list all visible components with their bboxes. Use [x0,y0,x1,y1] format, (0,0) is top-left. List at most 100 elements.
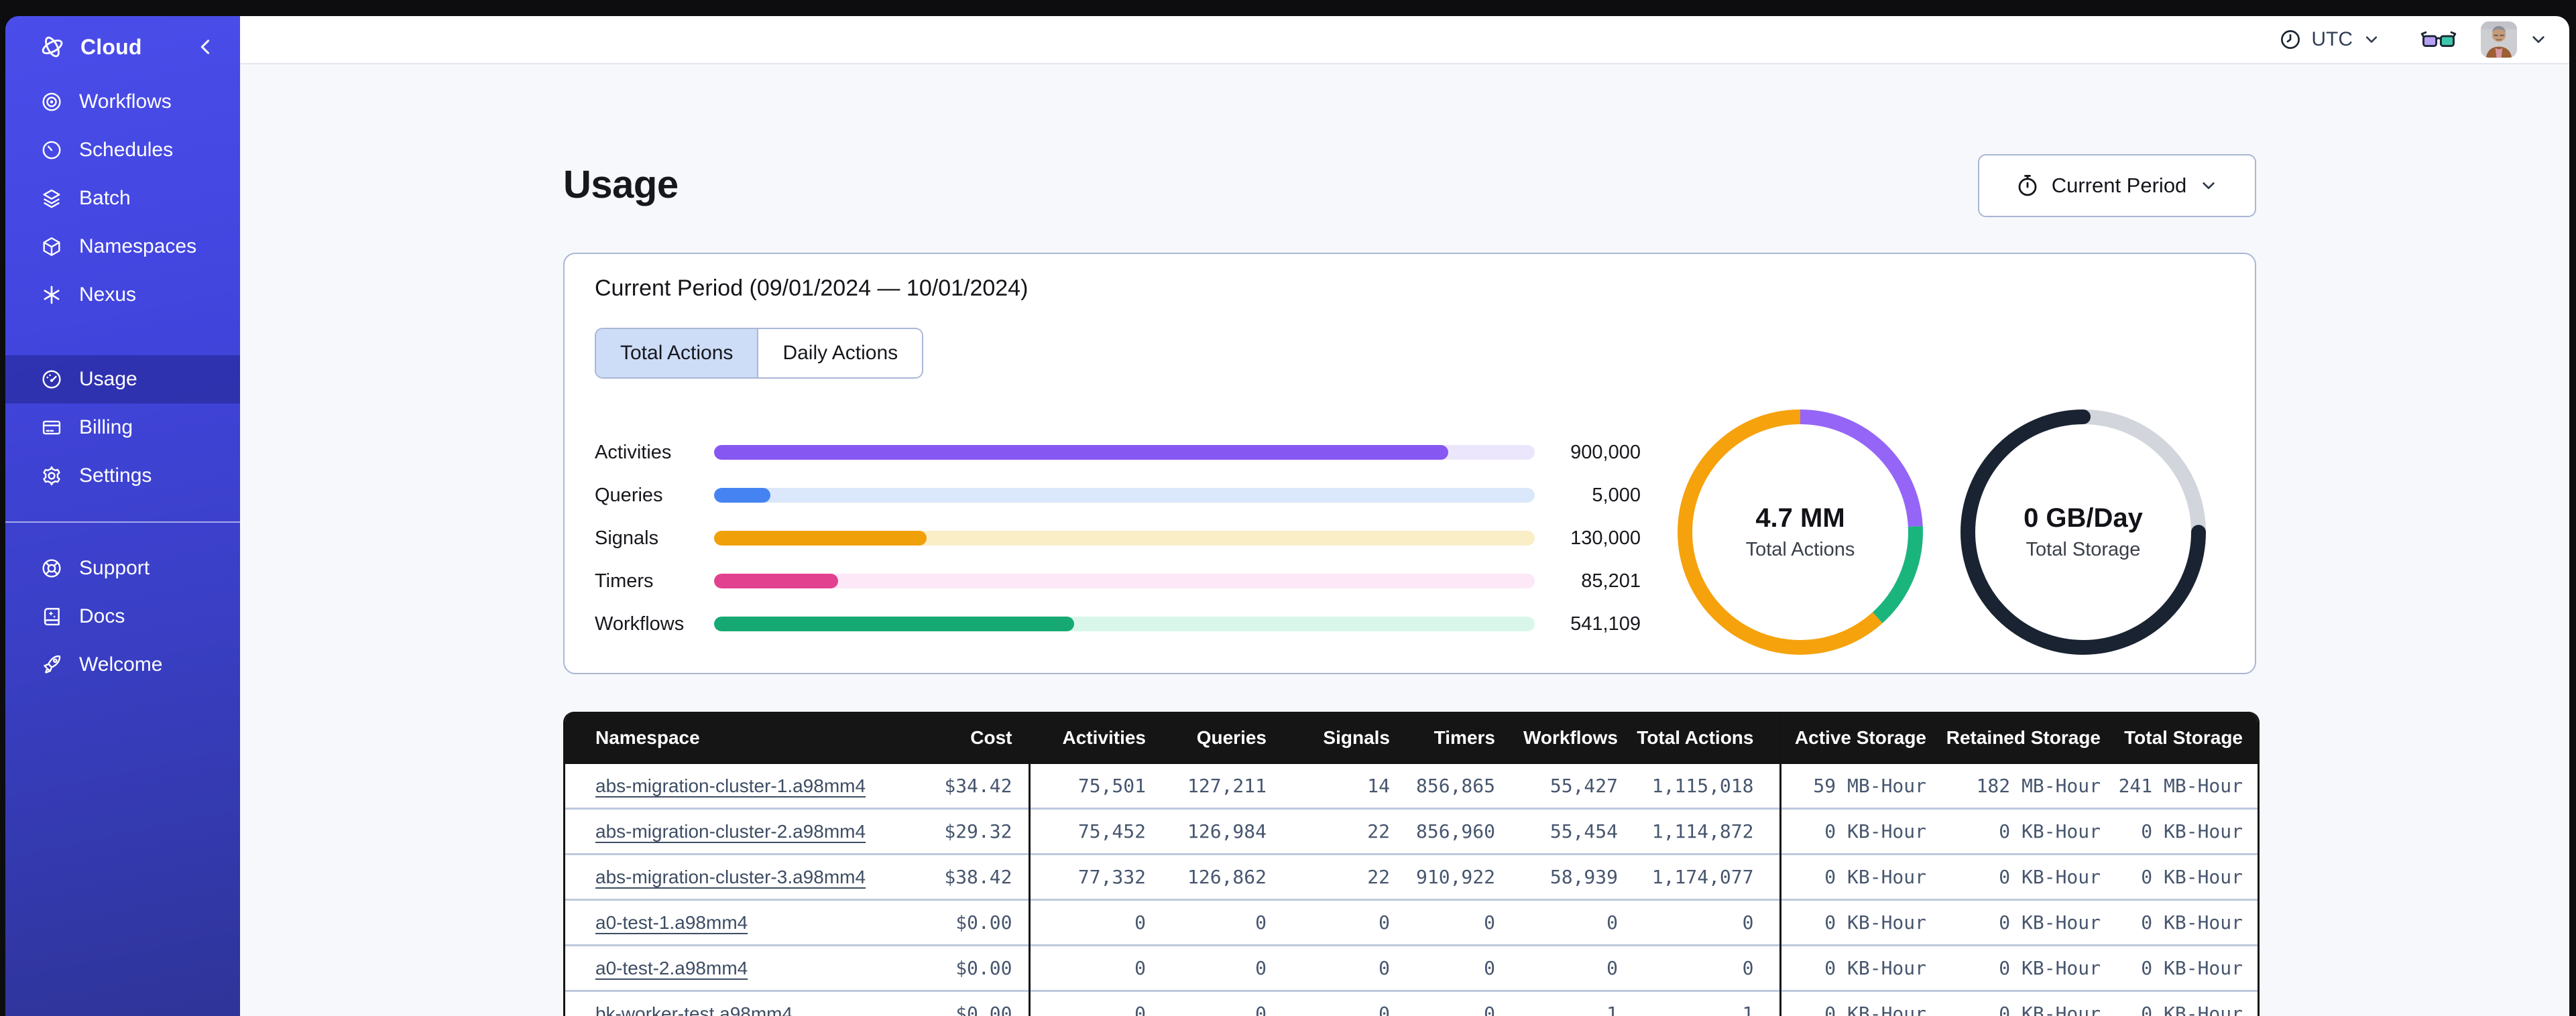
namespace-link[interactable]: abs-migration-cluster-1.a98mm4 [595,775,866,796]
sidebar-item-nexus[interactable]: Nexus [5,271,240,319]
column-header-retained-storage: Retained Storage [1940,712,2114,764]
support-icon [40,557,63,580]
cell-timers: 0 [1403,990,1509,1016]
namespace-link[interactable]: a0-test-1.a98mm4 [595,912,748,933]
bar-track [714,531,1535,546]
labs-glasses-icon[interactable] [2420,29,2457,50]
tab-daily-actions[interactable]: Daily Actions [757,329,923,377]
bar-label: Activities [595,441,672,463]
user-menu-chevron-icon[interactable] [2528,29,2549,50]
cell-namespace: a0-test-2.a98mm4 [565,944,941,991]
column-header-queries: Queries [1159,712,1280,764]
table-row: a0-test-2.a98mm4 $0.00 0 0 0 0 0 0 0 KB-Hour 0 KB… [565,944,2258,991]
table-row: bk-worker-test.a98mm4 $0.00 0 0 0 0 1 1 0 KB-Hou… [565,990,2258,1016]
bar-fill [714,488,771,503]
cell-total-storage: 241 MB-Hour [2114,764,2258,809]
sidebar-item-schedules[interactable]: Schedules [5,126,240,174]
sidebar-item-workflows[interactable]: Workflows [5,78,240,126]
cell-active-storage: 0 KB-Hour [1779,853,1940,900]
namespace-link[interactable]: abs-migration-cluster-3.a98mm4 [595,867,866,887]
timezone-selector[interactable]: UTC [2278,27,2382,52]
cell-total-actions: 1 [1631,990,1780,1016]
sidebar-item-label: Support [79,557,150,579]
namespace-link[interactable]: a0-test-2.a98mm4 [595,958,748,978]
cell-timers: 856,960 [1403,808,1509,854]
cell-workflows: 0 [1509,944,1631,991]
cell-total-actions: 1,115,018 [1631,764,1780,809]
table-row: abs-migration-cluster-1.a98mm4 $34.42 75,5… [565,764,2258,809]
cell-cost: $34.42 [941,764,1029,809]
column-header-total-actions: Total Actions [1631,712,1780,764]
bar-row: Workflows 541,109 [595,602,1641,645]
bar-track [714,574,1535,588]
column-header-activities: Activities [1028,712,1159,764]
sidebar-item-billing[interactable]: Billing [5,403,240,452]
main-column: UTC Usage Current Period Current Period … [240,16,2569,1016]
cell-cost: $0.00 [941,944,1029,991]
donut-total-storage: 0 GB/Day Total Storage [1955,404,2211,660]
sidebar: Cloud Workflows Schedules Batch Namespaces N… [5,16,240,1016]
usage-card: Current Period (09/01/2024 — 10/01/2024)… [563,253,2256,674]
bar-label: Workflows [595,613,685,635]
bar-fill [714,574,838,588]
page-title: Usage [563,163,679,206]
chevron-down-icon [2361,29,2382,50]
user-avatar[interactable] [2481,21,2517,58]
cell-namespace: abs-migration-cluster-1.a98mm4 [565,764,941,809]
content-area: Usage Current Period Current Period (09/… [240,64,2569,1016]
cell-signals: 22 [1280,808,1403,854]
sidebar-item-welcome[interactable]: Welcome [5,641,240,689]
cell-cost: $0.00 [941,990,1029,1016]
cell-retained-storage: 0 KB-Hour [1940,808,2114,854]
period-selector-button[interactable]: Current Period [1978,154,2256,217]
cell-namespace: bk-worker-test.a98mm4 [565,990,941,1016]
sidebar-item-namespaces[interactable]: Namespaces [5,223,240,271]
workflows-icon [40,90,63,113]
nexus-icon [40,283,63,306]
cell-workflows: 1 [1509,990,1631,1016]
sidebar-item-settings[interactable]: Settings [5,452,240,500]
namespace-link[interactable]: bk-worker-test.a98mm4 [595,1003,793,1016]
cell-total-actions: 0 [1631,899,1780,946]
cell-queries: 127,211 [1159,764,1280,809]
namespace-link[interactable]: abs-migration-cluster-2.a98mm4 [595,821,866,842]
cell-queries: 126,984 [1159,808,1280,854]
cell-active-storage: 0 KB-Hour [1779,990,1940,1016]
topbar: UTC [240,16,2569,64]
column-header-total-storage: Total Storage [2114,712,2258,764]
cell-signals: 0 [1280,944,1403,991]
bar-row: Signals 130,000 [595,517,1641,560]
cell-total-actions: 1,174,077 [1631,853,1780,900]
cell-activities: 0 [1028,990,1159,1016]
sidebar-item-docs[interactable]: Docs [5,592,240,641]
sidebar-collapse-icon[interactable] [194,36,217,58]
cell-timers: 0 [1403,899,1509,946]
actions-bar-chart: Activities 900,000 Queries 5,000 Signals 130,… [595,431,1641,645]
table-row: abs-migration-cluster-3.a98mm4 $38.42 77,3… [565,853,2258,900]
cell-total-actions: 0 [1631,944,1780,991]
cell-retained-storage: 182 MB-Hour [1940,764,2114,809]
sidebar-item-usage[interactable]: Usage [5,355,240,403]
cell-signals: 0 [1280,899,1403,946]
cell-total-storage: 0 KB-Hour [2114,990,2258,1016]
cell-cost: $38.42 [941,853,1029,900]
cell-queries: 126,862 [1159,853,1280,900]
sidebar-item-label: Namespaces [79,235,197,257]
timezone-label: UTC [2311,28,2353,50]
column-header-workflows: Workflows [1509,712,1631,764]
bar-row: Activities 900,000 [595,431,1641,474]
billing-icon [40,416,63,439]
namespaces-icon [40,235,63,258]
temporal-logo-icon [39,34,66,60]
donut-value: 0 GB/Day [2024,503,2143,533]
app-window: Cloud Workflows Schedules Batch Namespaces N… [5,16,2569,1016]
bar-value: 900,000 [1570,441,1641,463]
cell-cost: $29.32 [941,808,1029,854]
sidebar-item-batch[interactable]: Batch [5,174,240,223]
nav-section: Support Docs Welcome [5,544,240,689]
sidebar-divider [5,521,240,523]
sidebar-brand[interactable]: Cloud [5,16,240,78]
sidebar-item-support[interactable]: Support [5,544,240,592]
tab-total-actions[interactable]: Total Actions [596,329,758,377]
cell-total-storage: 0 KB-Hour [2114,899,2258,946]
